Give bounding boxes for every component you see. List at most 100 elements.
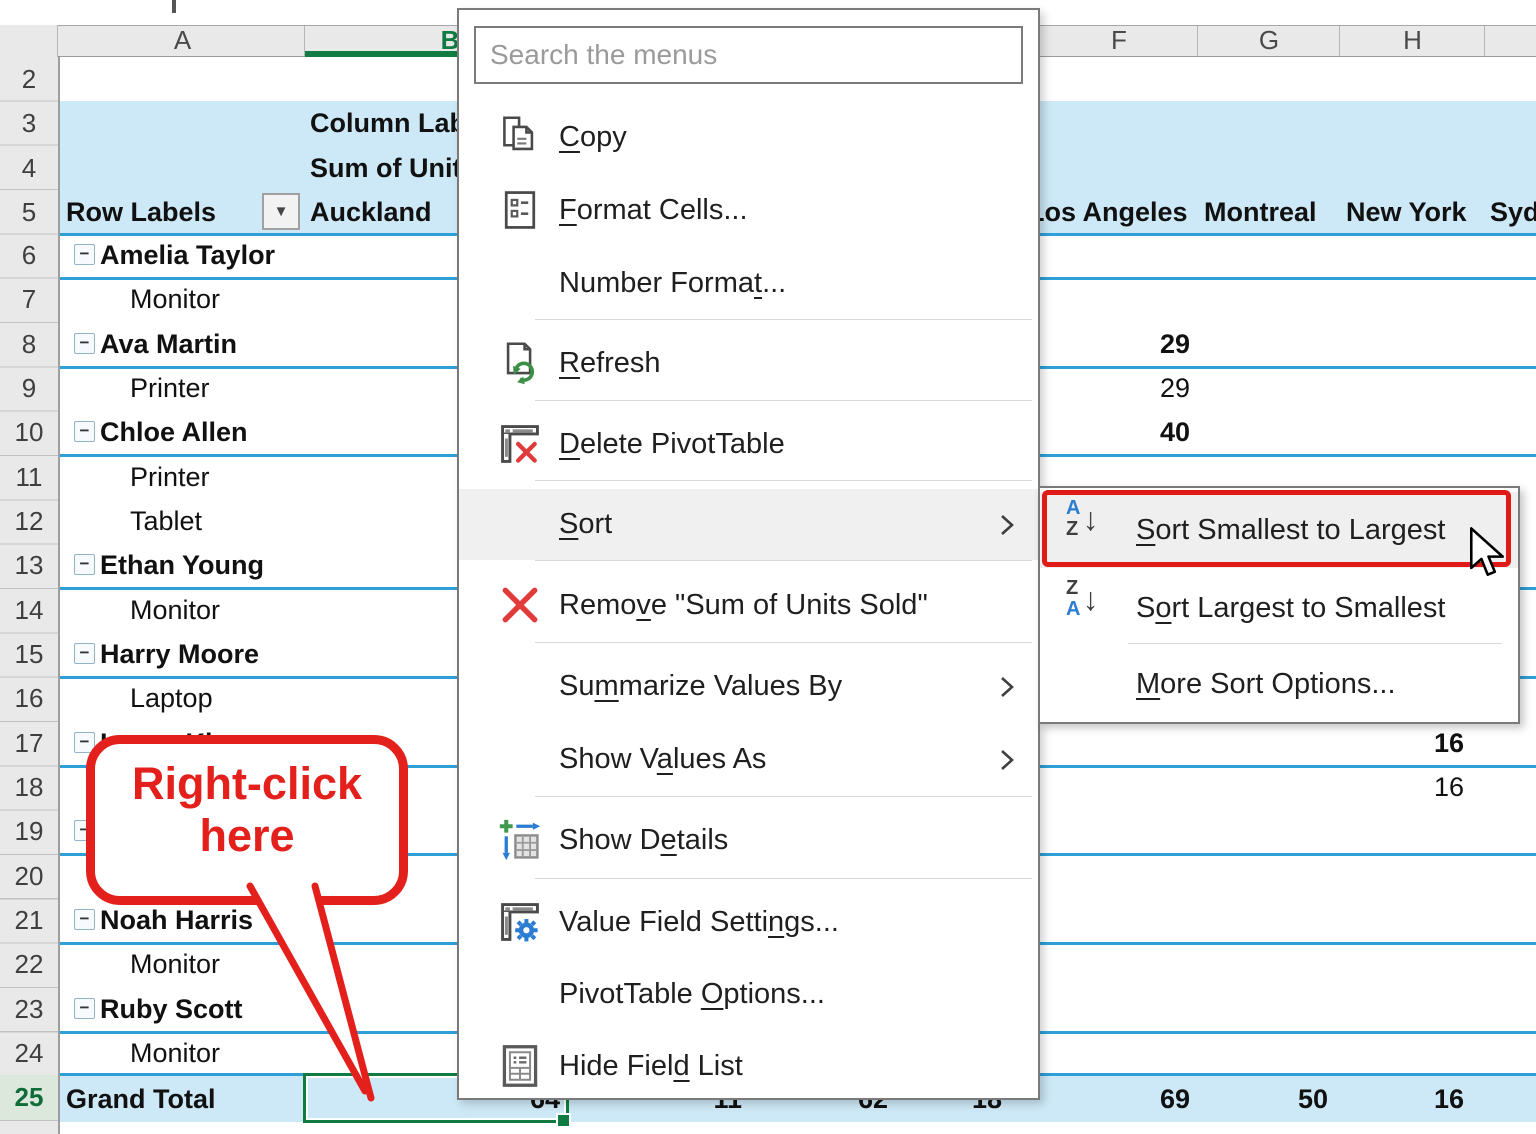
menu-item-value-field-settings[interactable]: Value Field Settings... bbox=[459, 887, 1038, 957]
row-header-22[interactable]: 22 bbox=[0, 942, 58, 987]
row-label-item[interactable]: Monitor bbox=[130, 277, 220, 321]
grand-total-f[interactable]: 69 bbox=[1040, 1076, 1190, 1122]
cell-value[interactable]: 29 bbox=[1040, 322, 1190, 366]
row-header-6[interactable]: 6 bbox=[0, 233, 58, 278]
row-label-item[interactable]: Monitor bbox=[130, 588, 220, 632]
collapse-icon[interactable]: − bbox=[74, 333, 95, 354]
row-header-10[interactable]: 10 bbox=[0, 410, 58, 455]
remove-icon bbox=[495, 583, 545, 627]
row-header-23[interactable]: 23 bbox=[0, 987, 58, 1032]
collapse-icon[interactable]: − bbox=[74, 554, 95, 575]
name-box-divider bbox=[172, 0, 176, 13]
submenu-chevron-icon bbox=[999, 748, 1015, 772]
format-cells-icon bbox=[495, 188, 545, 232]
grand-total-g[interactable]: 50 bbox=[1200, 1076, 1328, 1122]
row-header-20[interactable]: 20 bbox=[0, 854, 58, 899]
row-label-person[interactable]: Harry Moore bbox=[100, 632, 259, 676]
row-header-16[interactable]: 16 bbox=[0, 676, 58, 721]
search-input[interactable] bbox=[474, 26, 1023, 84]
cell-value[interactable]: 16 bbox=[1340, 765, 1464, 809]
row-label-item[interactable]: Printer bbox=[130, 366, 210, 410]
cell-value[interactable]: 16 bbox=[1340, 721, 1464, 765]
menu-item-format-cells[interactable]: Format Cells... bbox=[459, 175, 1038, 245]
row-labels-cell[interactable]: Row Labels bbox=[66, 190, 216, 234]
collapse-icon[interactable]: − bbox=[74, 998, 95, 1019]
menu-item-summarize-values-by[interactable]: Summarize Values By bbox=[459, 651, 1038, 721]
row-header-8[interactable]: 8 bbox=[0, 322, 58, 367]
row-label-person[interactable]: Amelia Taylor bbox=[100, 233, 275, 277]
callout-line2: here bbox=[95, 810, 399, 862]
row-labels-filter-dropdown[interactable]: ▼ bbox=[262, 193, 300, 230]
cell-value[interactable]: 40 bbox=[1040, 410, 1190, 454]
menu-item-sort[interactable]: Sort bbox=[459, 489, 1038, 560]
row-header-14[interactable]: 14 bbox=[0, 588, 58, 633]
row-header-4[interactable]: 4 bbox=[0, 146, 58, 191]
city-header-new-york[interactable]: New York bbox=[1346, 190, 1467, 234]
submenu-item-sort-largest-to-smallest[interactable]: ZA ↓ Sort Largest to Smallest bbox=[1040, 576, 1518, 640]
row-header-9[interactable]: 9 bbox=[0, 366, 58, 411]
row-header-18[interactable]: 18 bbox=[0, 765, 58, 810]
sort-za-icon: ZA ↓ bbox=[1066, 578, 1098, 620]
collapse-icon[interactable]: − bbox=[74, 909, 95, 930]
row-header-17[interactable]: 17 bbox=[0, 721, 58, 766]
row-header-25-selected[interactable]: 25 bbox=[0, 1075, 58, 1120]
row-label-item[interactable]: Monitor bbox=[130, 942, 220, 986]
row-header-3[interactable]: 3 bbox=[0, 101, 58, 146]
header-divider bbox=[1484, 26, 1485, 56]
copy-icon bbox=[495, 115, 545, 159]
row-label-item[interactable]: Tablet bbox=[130, 499, 202, 543]
column-header-h[interactable]: H bbox=[1340, 25, 1485, 57]
row-header-15[interactable]: 15 bbox=[0, 632, 58, 677]
menu-item-show-details[interactable]: Show Details bbox=[459, 805, 1038, 875]
collapse-icon[interactable]: − bbox=[74, 244, 95, 265]
row-header-2[interactable]: 2 bbox=[0, 57, 58, 102]
menu-item-number-format[interactable]: Number Format... bbox=[459, 248, 1038, 318]
hide-field-list-icon bbox=[495, 1044, 545, 1088]
city-header-los-angeles[interactable]: Los Angeles bbox=[1028, 190, 1188, 234]
menu-item-remove-sum-of-units-sold[interactable]: Remove "Sum of Units Sold" bbox=[459, 570, 1038, 640]
row-header-13[interactable]: 13 bbox=[0, 543, 58, 588]
row-label-person[interactable]: Ruby Scott bbox=[100, 987, 243, 1031]
context-menu: Copy Format Cells... Number Format... bbox=[457, 8, 1040, 1100]
menu-item-pivottable-options[interactable]: PivotTable Options... bbox=[459, 959, 1038, 1029]
row-header-12[interactable]: 12 bbox=[0, 499, 58, 544]
menu-separator bbox=[535, 642, 1032, 643]
row-label-person[interactable]: Ava Martin bbox=[100, 322, 237, 366]
row-header-19[interactable]: 19 bbox=[0, 809, 58, 854]
row-header-5[interactable]: 5 bbox=[0, 190, 58, 235]
column-header-f[interactable]: F bbox=[1040, 25, 1198, 57]
menu-item-hide-field-list[interactable]: Hide Field List bbox=[459, 1031, 1038, 1101]
grand-total-label[interactable]: Grand Total bbox=[66, 1076, 216, 1122]
city-header-auckland[interactable]: Auckland bbox=[310, 190, 432, 234]
row-header-7[interactable]: 7 bbox=[0, 277, 58, 322]
menu-item-show-values-as[interactable]: Show Values As bbox=[459, 724, 1038, 794]
column-header-g[interactable]: G bbox=[1198, 25, 1340, 57]
select-all-corner[interactable] bbox=[0, 25, 58, 57]
cell-value[interactable]: 29 bbox=[1040, 366, 1190, 410]
column-header-a[interactable]: A bbox=[60, 25, 305, 57]
row-header-24[interactable]: 24 bbox=[0, 1031, 58, 1076]
collapse-icon[interactable]: − bbox=[74, 421, 95, 442]
mouse-cursor-icon bbox=[1468, 526, 1510, 584]
row-header-11[interactable]: 11 bbox=[0, 455, 58, 500]
menu-separator bbox=[535, 400, 1032, 401]
city-header-sydney[interactable]: Sydney bbox=[1490, 190, 1536, 234]
row-label-item[interactable]: Monitor bbox=[130, 1031, 220, 1075]
menu-item-delete-pivottable[interactable]: Delete PivotTable bbox=[459, 409, 1038, 479]
row-label-person[interactable]: Ethan Young bbox=[100, 543, 264, 587]
menu-item-copy[interactable]: Copy bbox=[459, 102, 1038, 172]
submenu-item-more-sort-options[interactable]: More Sort Options... bbox=[1040, 650, 1518, 718]
show-details-icon bbox=[495, 818, 545, 862]
excel-window: A B F G H 2 3 4 5 6 7 8 9 10 11 12 13 14… bbox=[0, 0, 1536, 1134]
row-label-item[interactable]: Printer bbox=[130, 455, 210, 499]
grand-total-h[interactable]: 16 bbox=[1340, 1076, 1464, 1122]
row-label-item[interactable]: Laptop bbox=[130, 676, 213, 720]
fill-handle[interactable] bbox=[556, 1113, 571, 1128]
city-header-montreal[interactable]: Montreal bbox=[1204, 190, 1317, 234]
menu-item-refresh[interactable]: Refresh bbox=[459, 328, 1038, 398]
collapse-icon[interactable]: − bbox=[74, 643, 95, 664]
row-header-21[interactable]: 21 bbox=[0, 898, 58, 943]
submenu-chevron-icon bbox=[999, 675, 1015, 699]
submenu-separator bbox=[1128, 643, 1502, 644]
row-label-person[interactable]: Chloe Allen bbox=[100, 410, 248, 454]
